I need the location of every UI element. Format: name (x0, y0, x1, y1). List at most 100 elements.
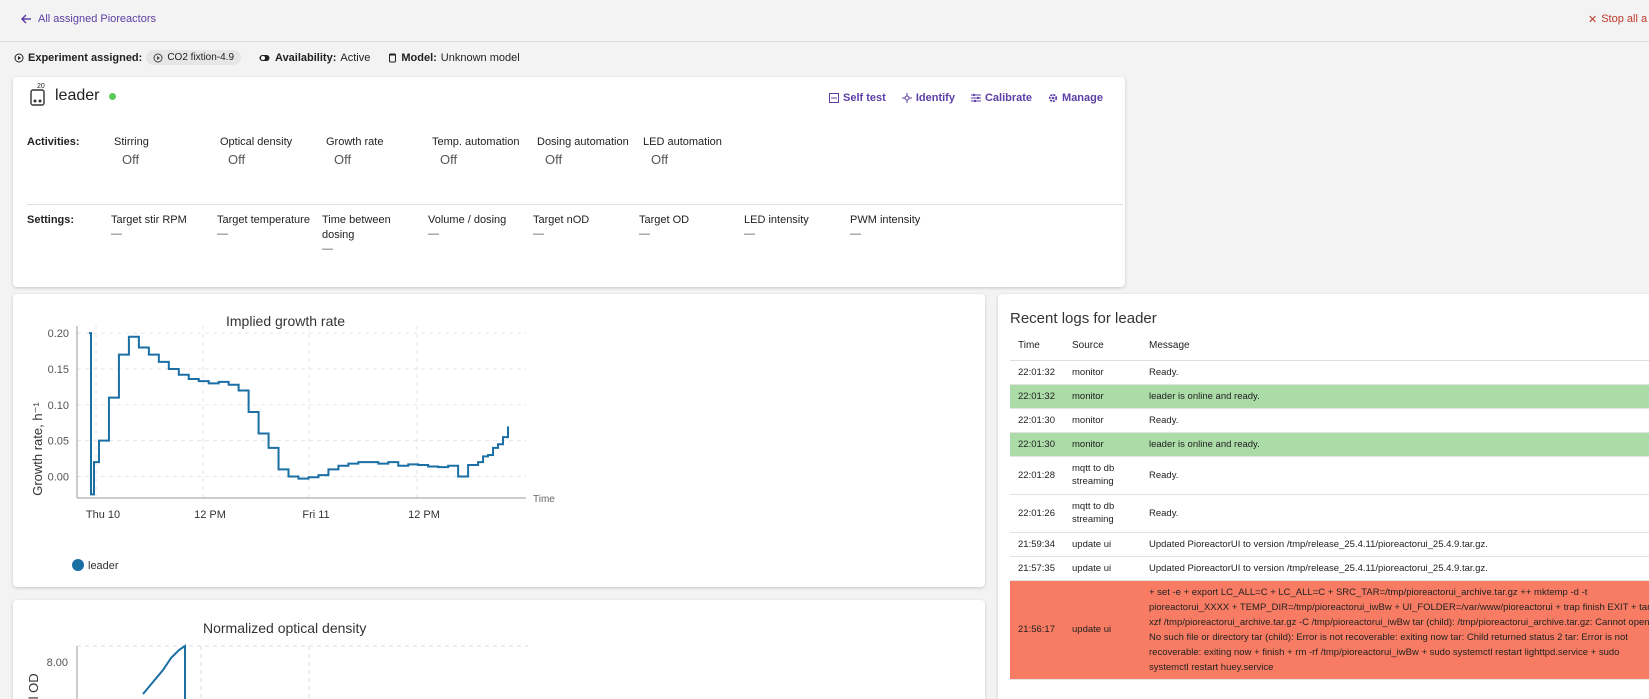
x-tick-label: Fri 11 (302, 509, 329, 521)
log-source: monitor (1064, 360, 1141, 385)
setting-time-between-dosing[interactable]: Time between dosing — (322, 213, 406, 255)
y-axis-ticks: 0.20 0.15 0.10 0.05 0.00 (48, 328, 69, 483)
activity-value: Off (228, 152, 246, 167)
activity-value: Off (651, 152, 669, 167)
log-message: Ready. (1141, 456, 1649, 495)
x-tick-label: 12 PM (194, 509, 226, 521)
setting-name: Target temperature (217, 214, 310, 226)
log-source: monitor (1064, 384, 1141, 409)
unit-actions: Self test Identify Calibrate Manage (829, 92, 1103, 104)
self-test-button[interactable]: Self test (829, 92, 886, 104)
column-header-time[interactable]: Time (1010, 332, 1064, 361)
availability: Availability: Active (259, 52, 370, 64)
unit-title: 20 leader (29, 83, 117, 107)
log-row: 22:01:30 monitor leader is online and read… (1010, 432, 1649, 457)
manage-button[interactable]: Manage (1048, 92, 1103, 104)
activity-name: Dosing automation (537, 136, 629, 148)
growth-rate-chart[interactable]: 0.20 0.15 0.10 0.05 0.00 Thu 10 12 PM Fri 11 12… (13, 314, 573, 584)
stop-all-button[interactable]: ✕ Stop all a (1588, 13, 1647, 26)
growth-rate-chart-card: Implied growth rate 0.20 0.15 0.10 0.05 0.00… (13, 294, 985, 587)
setting-led-intensity[interactable]: LED intensity — (744, 213, 844, 240)
crosshair-icon (901, 93, 912, 103)
legend-marker (72, 559, 84, 571)
log-message: Ready. (1141, 408, 1649, 433)
activity-optical-density[interactable]: Optical density Off (220, 135, 320, 167)
setting-value: — (428, 228, 439, 240)
setting-name: Target nOD (533, 214, 590, 226)
calibrate-button[interactable]: Calibrate (970, 92, 1032, 104)
column-header-source[interactable]: Source (1064, 332, 1141, 361)
log-row: 21:57:35 update ui Updated PioreactorUI to… (1010, 556, 1649, 581)
setting-name: LED intensity (744, 214, 809, 226)
legend-label: leader (88, 560, 119, 572)
log-row: 22:01:32 monitor Ready. (1010, 360, 1649, 385)
sliders-icon (970, 93, 981, 103)
icon-badge: 20 (37, 83, 45, 90)
activity-growth-rate[interactable]: Growth rate Off (326, 135, 426, 167)
setting-volume-dosing[interactable]: Volume / dosing — (428, 213, 528, 240)
setting-target-od[interactable]: Target OD — (639, 213, 739, 240)
activity-name: Growth rate (326, 136, 384, 148)
unit-card: 20 leader Self test Identify Calibrate M… (13, 77, 1125, 287)
setting-name: Target OD (639, 214, 690, 226)
setting-target-nod[interactable]: Target nOD — (533, 213, 633, 240)
log-source: mqtt to db streaming (1064, 456, 1141, 495)
activity-stirring[interactable]: Stirring Off (114, 135, 214, 167)
y-axis-label: Growth rate, h⁻¹ (30, 402, 45, 496)
activity-temp-automation[interactable]: Temp. automation Off (432, 135, 532, 167)
log-row: 21:59:34 update ui Updated PioreactorUI to… (1010, 532, 1649, 557)
setting-target-stir-rpm[interactable]: Target stir RPM — (111, 213, 211, 240)
model-value: Unknown model (440, 51, 520, 64)
y-tick-label: 0.00 (48, 472, 69, 484)
log-message: + set -e + export LC_ALL=C + LC_ALL=C + … (1141, 580, 1649, 680)
model: Model: Unknown model (388, 51, 520, 64)
x-tick-label: Thu 10 (86, 509, 120, 521)
log-row: 22:01:28 mqtt to db streaming Ready. (1010, 456, 1649, 495)
logs-table: Time Source Message 22:01:32 monitor Ready… (1010, 332, 1649, 680)
activity-name: Temp. automation (432, 136, 520, 148)
experiment-value: CO2 fixtion-4.9 (167, 52, 235, 63)
y-tick-label: 0.10 (48, 400, 69, 412)
log-time: 22:01:32 (1010, 360, 1064, 385)
log-source: update ui (1064, 532, 1141, 557)
pioreactor-icon: 20 (29, 83, 47, 107)
experiment-assigned: Experiment assigned: CO2 fixtion-4.9 (14, 50, 242, 65)
log-message: Updated PioreactorUI to version /tmp/rel… (1141, 532, 1649, 557)
setting-value: — (322, 243, 333, 255)
logs-title: Recent logs for leader (1010, 310, 1157, 327)
series-line-leader (142, 644, 186, 699)
setting-name: Target stir RPM (111, 214, 187, 226)
log-message: Ready. (1141, 494, 1649, 533)
stop-all-label: Stop all a (1601, 13, 1648, 25)
settings-label: Settings: (27, 214, 75, 226)
log-message: leader is online and ready. (1141, 432, 1649, 457)
unit-name: leader (55, 87, 100, 104)
log-source: monitor (1064, 408, 1141, 433)
x-axis-ticks: Thu 10 12 PM Fri 11 12 PM (86, 509, 440, 521)
divider (27, 204, 1123, 205)
activity-value: Off (122, 152, 140, 167)
setting-target-temperature[interactable]: Target temperature — (217, 213, 317, 240)
identify-button[interactable]: Identify (901, 92, 955, 104)
back-link[interactable]: All assigned Pioreactors (20, 13, 156, 25)
activity-led-automation[interactable]: LED automation Off (643, 135, 743, 167)
experiment-chip[interactable]: CO2 fixtion-4.9 (146, 50, 242, 65)
y-tick-label: 8.00 (47, 657, 68, 669)
od-chart[interactable]: 8.00 al OD (13, 610, 573, 699)
y-axis-label: al OD (26, 673, 41, 699)
setting-name: Time between dosing (322, 214, 391, 241)
log-message: leader is online and ready. (1141, 384, 1649, 409)
log-source: monitor (1064, 432, 1141, 457)
toggle-icon (259, 54, 270, 61)
activity-name: Optical density (220, 136, 293, 148)
log-time: 21:56:17 (1010, 580, 1064, 680)
setting-pwm-intensity[interactable]: PWM intensity — (850, 213, 950, 240)
activity-dosing-automation[interactable]: Dosing automation Off (537, 135, 647, 167)
availability-value: Active (340, 51, 371, 64)
series-line-leader (89, 332, 509, 496)
setting-value: — (744, 228, 755, 240)
column-header-message[interactable]: Message (1141, 332, 1649, 361)
setting-value: — (533, 228, 544, 240)
y-tick-label: 0.20 (48, 328, 69, 340)
activity-name: LED automation (643, 136, 722, 148)
